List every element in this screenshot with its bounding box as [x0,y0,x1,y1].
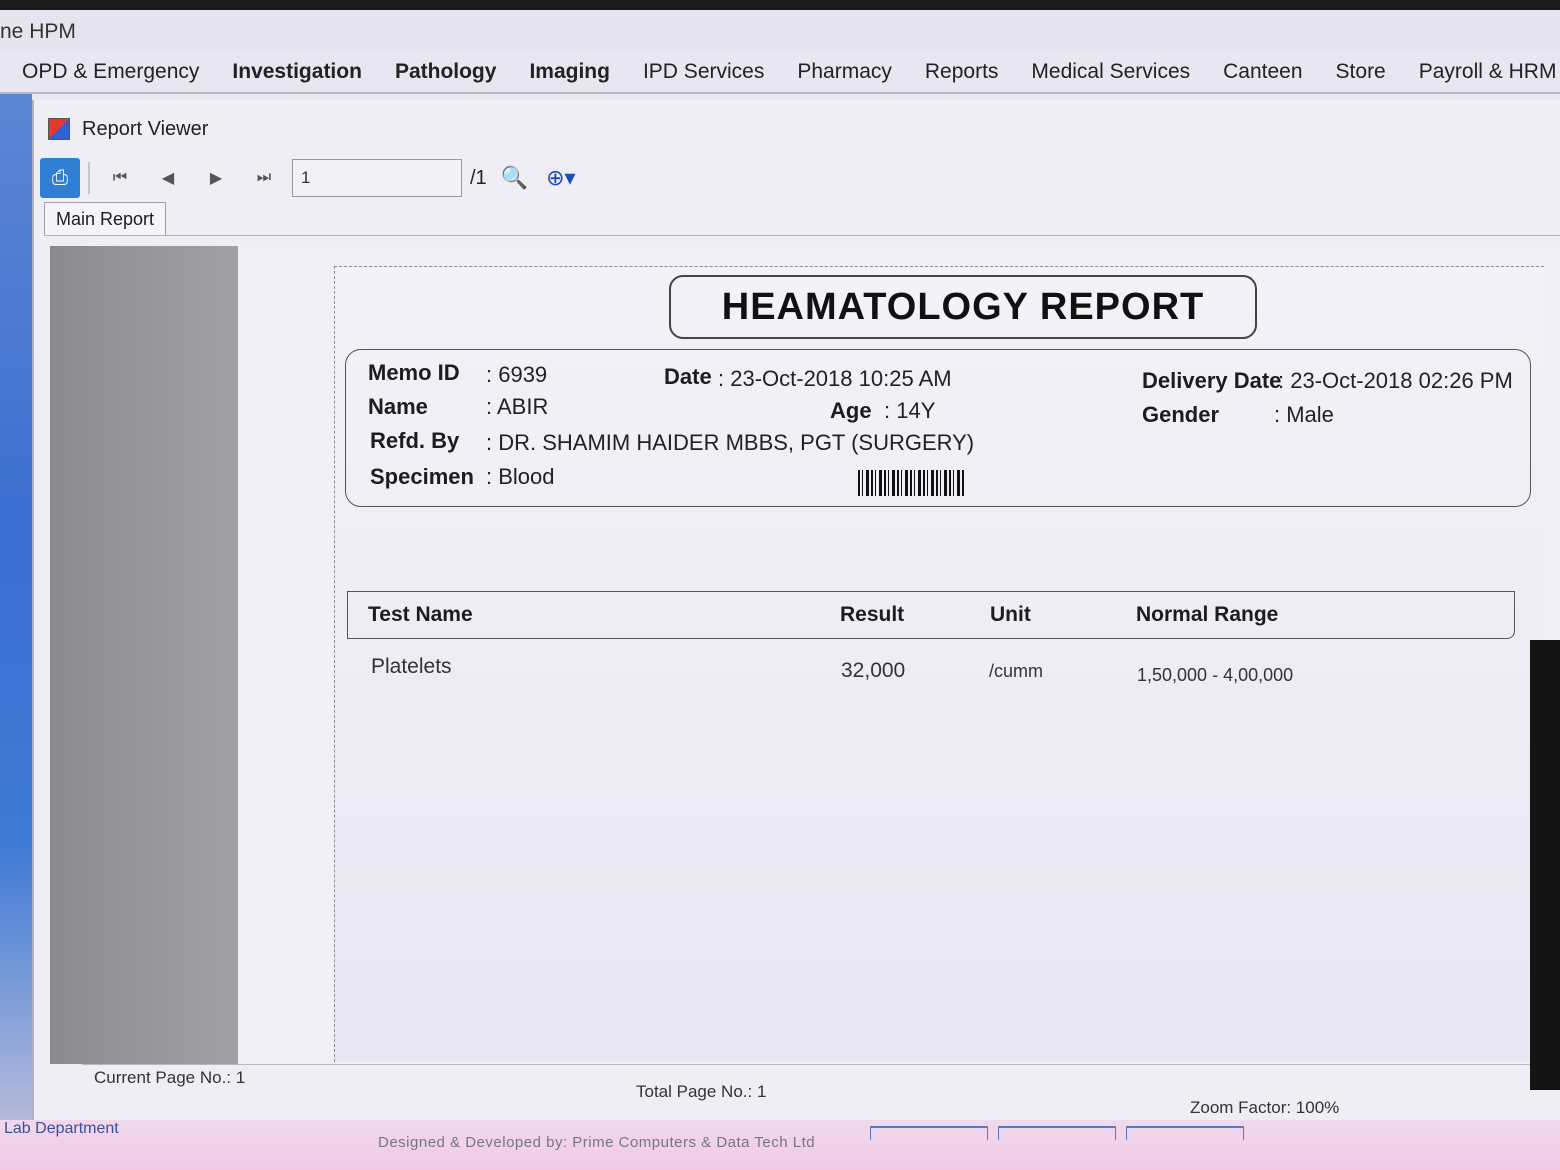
delivery-date-label: Delivery Date [1142,368,1282,393]
refd-by-value: : DR. SHAMIM HAIDER MBBS, PGT (SURGERY) [486,430,975,455]
main-menubar: OPD & Emergency Investigation Pathology … [0,52,1560,94]
menu-investigation[interactable]: Investigation [232,60,362,84]
menu-reports[interactable]: Reports [925,60,999,84]
menu-payroll-hrm[interactable]: Payroll & HRM [1419,60,1557,84]
status-divider [82,1064,1560,1065]
memo-id-value: : 6939 [486,362,548,387]
developer-credit: Designed & Developed by: Prime Computers… [378,1134,816,1151]
group-tree-panel [50,246,238,1064]
cell-normal-range: 1,50,000 - 4,00,000 [1137,665,1294,685]
memo-barcode [858,470,964,496]
report-viewer-window: Report Viewer ⎙ ⏮ ◀ ▶ ⏭ /1 🔍 ⊕▾ Main Rep… [32,100,1560,1120]
refd-by-label: Refd. By [370,428,460,453]
col-test-name: Test Name [368,603,473,626]
zoom-icon[interactable]: ⊕▾ [546,165,575,191]
report-page: HEAMATOLOGY REPORT Memo ID : 6939 Date :… [334,266,1544,1062]
total-page-status: Total Page No.: 1 [636,1082,767,1101]
status-button-1[interactable] [870,1126,988,1140]
col-unit: Unit [990,603,1031,626]
date-label: Date [664,364,712,389]
find-icon[interactable]: 🔍 [501,165,528,191]
last-page-icon[interactable]: ⏭ [244,158,284,198]
report-viewer-icon [48,118,70,140]
cell-test-name: Platelets [371,655,452,678]
first-page-icon[interactable]: ⏮ [100,158,140,198]
memo-id-label: Memo ID [368,360,460,385]
screen-top-edge [0,0,1560,10]
next-page-icon[interactable]: ▶ [196,158,236,198]
menu-store[interactable]: Store [1336,60,1386,84]
results-table-header: Test Name Result Unit Normal Range [347,591,1515,639]
cell-unit: /cumm [989,661,1043,681]
gender-label: Gender [1142,402,1220,427]
cell-result: 32,000 [841,659,906,682]
col-result: Result [840,603,905,626]
app-title: ne HPM [0,10,1560,52]
menu-medical-services[interactable]: Medical Services [1031,60,1190,84]
menu-canteen[interactable]: Canteen [1223,60,1302,84]
page-total-label: /1 [470,166,487,189]
menu-pharmacy[interactable]: Pharmacy [797,60,892,84]
menu-ipd-services[interactable]: IPD Services [643,60,764,84]
zoom-factor-status: Zoom Factor: 100% [1190,1098,1340,1117]
tab-main-report[interactable]: Main Report [44,202,166,236]
viewer-titlebar: Report Viewer [48,114,208,144]
current-page-status: Current Page No.: 1 [94,1068,246,1087]
menu-imaging[interactable]: Imaging [529,60,610,84]
age-value: : 14Y [884,398,936,423]
monitor-bezel-edge [1530,640,1560,1090]
name-label: Name [368,394,428,419]
menu-pathology[interactable]: Pathology [395,60,497,84]
department-label: Lab Department [4,1120,119,1137]
specimen-value: : Blood [486,464,555,489]
status-button-3[interactable] [1126,1126,1244,1140]
col-normal-range: Normal Range [1136,603,1279,626]
toolbar-separator [88,162,90,194]
viewer-title-text: Report Viewer [82,117,209,140]
prev-page-icon[interactable]: ◀ [148,158,188,198]
tab-divider [44,235,1560,236]
page-number-input[interactable] [292,159,462,197]
report-title: HEAMATOLOGY REPORT [669,275,1257,339]
viewer-toolbar: ⎙ ⏮ ◀ ▶ ⏭ /1 🔍 ⊕▾ [40,156,660,200]
print-icon[interactable]: ⎙ [40,158,80,198]
age-label: Age [830,398,872,423]
specimen-label: Specimen [370,464,474,489]
name-value: : ABIR [486,394,549,419]
status-button-2[interactable] [998,1126,1116,1140]
menu-opd-emergency[interactable]: OPD & Emergency [22,60,199,84]
delivery-date-value: : 23-Oct-2018 02:26 PM [1278,368,1513,393]
desktop-background [0,94,32,1170]
patient-info-box: Memo ID : 6939 Date : 23-Oct-2018 10:25 … [345,349,1531,507]
gender-value: : Male [1274,402,1334,427]
date-value: : 23-Oct-2018 10:25 AM [718,366,952,391]
